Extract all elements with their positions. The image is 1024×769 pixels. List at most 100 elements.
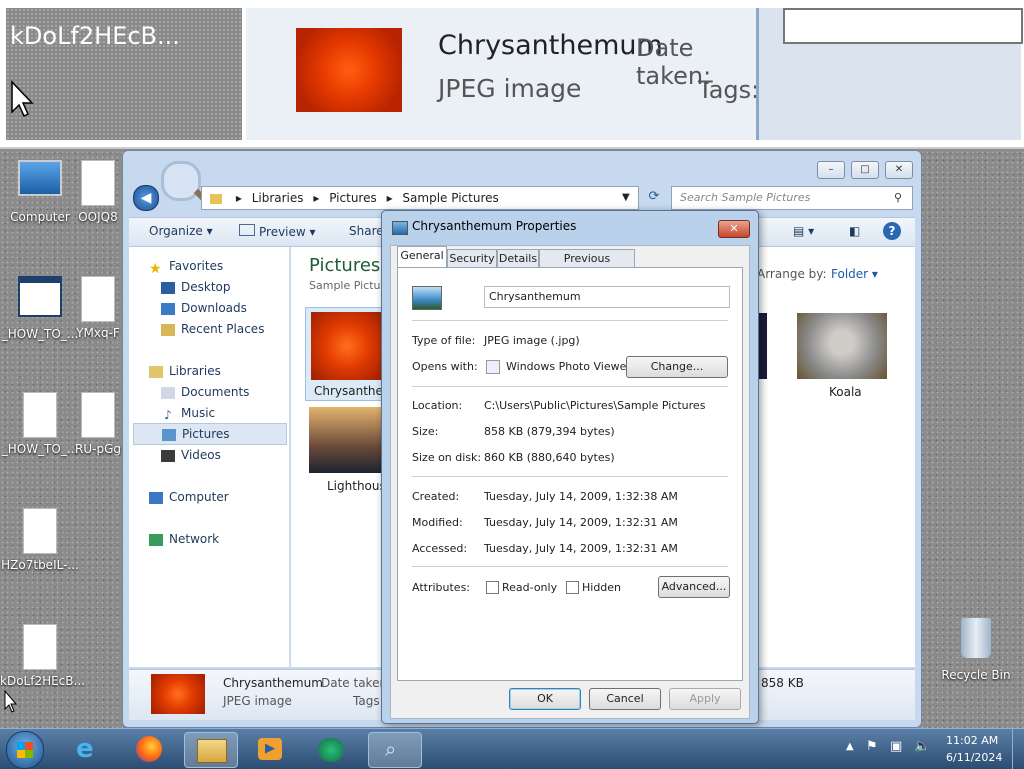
desktop-icon-file[interactable]: kDoLf2HEcB...: [0, 624, 85, 688]
volume-muted-icon[interactable]: 🔈: [914, 739, 930, 754]
maximize-button[interactable]: □: [851, 161, 879, 179]
view-options-icon[interactable]: ▤ ▾: [793, 224, 814, 238]
close-icon[interactable]: ✕: [718, 220, 750, 238]
nav-computer[interactable]: Computer: [149, 490, 229, 504]
arrange-label: Arrange by:: [757, 267, 827, 281]
nav-videos[interactable]: Videos: [161, 448, 221, 462]
type-value: JPEG image (.jpg): [484, 334, 580, 347]
tab-general[interactable]: General: [397, 246, 447, 269]
tab-previous-versions[interactable]: Previous Versions: [539, 249, 635, 283]
size-value: 858 KB (879,394 bytes): [484, 425, 615, 438]
apply-button[interactable]: Apply: [669, 688, 741, 710]
nav-music[interactable]: ♪ Music: [161, 406, 215, 422]
file-item-label[interactable]: Lighthous: [327, 479, 386, 493]
music-icon: ♪: [164, 407, 172, 422]
search-box[interactable]: Search Sample Pictures ⚲: [671, 186, 913, 210]
advanced-button[interactable]: Advanced...: [658, 576, 730, 598]
show-desktop-button[interactable]: [1012, 729, 1024, 769]
file-icon: [81, 160, 115, 206]
windows-explorer-taskbar-button[interactable]: [184, 732, 238, 768]
magnifier-details-area: Chrysanthemum JPEG image Date taken: Tag…: [246, 8, 760, 140]
magnifier-taskbar-button[interactable]: ⌕: [368, 732, 422, 768]
nav-network[interactable]: Network: [149, 532, 219, 546]
nav-recent-places[interactable]: Recent Places: [161, 322, 264, 336]
file-item-label[interactable]: Koala: [829, 385, 862, 399]
documents-icon: [161, 386, 175, 399]
arrange-value: Folder: [831, 267, 869, 281]
action-center-flag-icon[interactable]: ⚑: [866, 739, 878, 754]
tab-details[interactable]: Details: [497, 249, 539, 268]
desktop-icon-file[interactable]: YMxq-F: [70, 276, 126, 340]
preview-button[interactable]: Preview ▾: [239, 224, 316, 239]
close-window-button[interactable]: ✕: [885, 161, 913, 179]
magnifier-tags-label: Tags:: [698, 76, 760, 104]
magnifier-textbox: [783, 8, 1023, 44]
chat-app-icon[interactable]: [304, 732, 356, 766]
help-icon[interactable]: ?: [883, 222, 901, 240]
library-title: Pictures: [309, 255, 381, 276]
nav-pictures-selected[interactable]: Pictures: [133, 423, 287, 445]
clock-time[interactable]: 11:02 AM: [946, 734, 998, 747]
clock-date[interactable]: 6/11/2024: [946, 751, 1002, 764]
file-item-chrysanthemum[interactable]: Chrysanthem: [305, 307, 395, 401]
minimize-button[interactable]: –: [817, 161, 845, 179]
desktop-icon-label: Recycle Bin: [941, 668, 1011, 682]
desktop-icon-file[interactable]: _HOW_TO_...: [0, 392, 80, 456]
search-placeholder: Search Sample Pictures: [680, 191, 811, 204]
nav-desktop[interactable]: Desktop: [161, 280, 231, 294]
details-file-name: Chrysanthemum: [223, 676, 323, 690]
nav-libraries[interactable]: Libraries: [149, 364, 221, 378]
preview-pane-icon[interactable]: ◧: [849, 224, 860, 238]
nav-label: Libraries: [169, 364, 221, 378]
koala-thumbnail[interactable]: [797, 313, 887, 379]
desktop-icon-file[interactable]: OOJQ8: [70, 160, 126, 224]
nav-favorites[interactable]: ★ Favorites: [149, 259, 224, 277]
cancel-button[interactable]: Cancel: [589, 688, 661, 710]
show-hidden-icons[interactable]: ▲: [846, 741, 854, 752]
desktop-icon-recycle-bin[interactable]: Recycle Bin: [936, 618, 1016, 682]
navigation-pane: ★ Favorites Desktop Downloads Recent Plac…: [129, 247, 290, 667]
nav-label: Favorites: [169, 259, 224, 273]
address-bar[interactable]: ▸ Libraries ▸ Pictures ▸ Sample Pictures…: [201, 186, 639, 210]
file-icon: [23, 508, 57, 554]
dialog-body: General Security Details Previous Versio…: [390, 245, 750, 719]
firefox-icon[interactable]: [124, 732, 176, 766]
read-only-checkbox[interactable]: [486, 581, 499, 594]
nav-documents[interactable]: Documents: [161, 385, 249, 399]
ok-button[interactable]: OK: [509, 688, 581, 710]
breadcrumb-sample-pictures[interactable]: Sample Pictures: [402, 191, 498, 205]
breadcrumb-pictures[interactable]: Pictures: [329, 191, 377, 205]
start-button[interactable]: [6, 731, 44, 769]
lighthouse-thumbnail[interactable]: [309, 407, 381, 473]
breadcrumb-libraries[interactable]: Libraries: [252, 191, 304, 205]
magnifier-dialog-area: [756, 8, 1023, 140]
arrange-dropdown[interactable]: Folder ▾: [831, 267, 878, 281]
network-tray-icon[interactable]: ▣: [890, 739, 902, 754]
media-player-icon[interactable]: ▶: [244, 732, 296, 766]
nav-label: Desktop: [181, 280, 231, 294]
desktop-icon-label: YMxq-F: [76, 326, 120, 340]
nav-label: Computer: [169, 490, 229, 504]
nav-label: Documents: [181, 385, 250, 399]
refresh-icon[interactable]: ⟳: [643, 186, 665, 208]
recent-places-icon: [161, 323, 175, 336]
size-on-disk-label: Size on disk:: [412, 451, 482, 464]
share-button[interactable]: Share: [349, 224, 384, 238]
address-dropdown-icon[interactable]: ▼: [622, 187, 630, 209]
organize-button[interactable]: Organize ▾: [149, 224, 213, 238]
back-button[interactable]: ◀: [133, 185, 159, 211]
desktop-icon-file[interactable]: HZo7tbeIL-...: [0, 508, 80, 572]
desktop-icon-file[interactable]: _HOW_TO_...: [0, 276, 80, 341]
magnifier-desktop-area: kDoLf2HEcB...: [6, 8, 242, 140]
preview-label: Preview: [259, 225, 306, 239]
tab-security[interactable]: Security: [447, 249, 497, 268]
videos-icon: [161, 449, 175, 462]
change-button[interactable]: Change...: [626, 356, 728, 378]
nav-downloads[interactable]: Downloads: [161, 301, 247, 315]
search-icon[interactable]: ⚲: [894, 187, 902, 209]
internet-explorer-icon[interactable]: e: [64, 732, 116, 766]
filename-input[interactable]: Chrysanthemum: [484, 286, 730, 308]
desktop-icon-computer[interactable]: Computer: [0, 160, 80, 224]
hidden-checkbox[interactable]: [566, 581, 579, 594]
desktop-icon-file[interactable]: RU-pGg: [70, 392, 126, 456]
